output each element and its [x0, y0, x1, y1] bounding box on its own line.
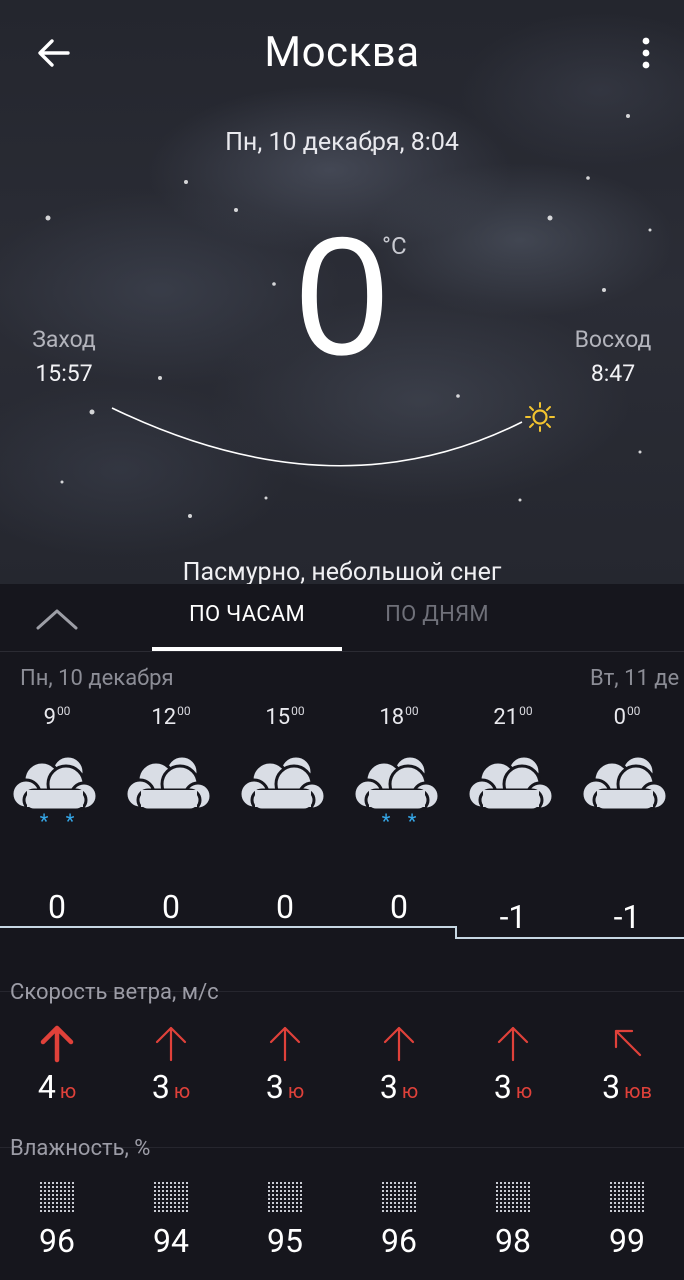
wind-value: 3ю — [151, 1068, 191, 1106]
wind-section-title: Скорость ветра, м/с — [10, 980, 219, 1005]
svg-text:*: * — [66, 809, 75, 832]
hour-label: 1800 — [379, 704, 419, 730]
more-options-button[interactable] — [634, 34, 658, 74]
humidity-dots-icon — [40, 1182, 74, 1214]
humidity-dots-icon — [382, 1182, 416, 1214]
humidity-dots-icon — [610, 1182, 644, 1214]
svg-text:*: * — [408, 809, 417, 832]
wind-arrow-up-left-icon — [614, 1029, 642, 1057]
hour-label: 900 — [43, 704, 71, 730]
sunrise-label: Восход — [574, 326, 652, 353]
wind-value: 3ю — [493, 1068, 533, 1106]
humidity-value: 98 — [495, 1222, 531, 1260]
more-vert-icon — [642, 37, 650, 69]
hours-row: 900 1200 1500 1800 2100 000 — [0, 704, 684, 734]
hour-label: 2100 — [493, 704, 533, 730]
humidity-value: 94 — [153, 1222, 189, 1260]
cloud-icon — [238, 754, 327, 812]
wind-arrow-up-icon — [383, 1026, 415, 1062]
cloud-icon — [580, 754, 669, 812]
active-tab-indicator — [152, 647, 342, 651]
wind-arrow-up-icon — [269, 1026, 301, 1062]
sunrise-time: 8:47 — [590, 360, 636, 387]
city-title: Москва — [264, 28, 420, 77]
svg-text:*: * — [40, 809, 49, 832]
day-label-tomorrow: Вт, 11 де — [590, 666, 680, 691]
humidity-value: 99 — [609, 1222, 645, 1260]
day-label-today: Пн, 10 декабря — [20, 666, 174, 691]
sunset-time: 15:57 — [35, 360, 93, 387]
cloud-snow-icon: * * — [10, 754, 99, 832]
current-temperature: 0 — [295, 202, 389, 390]
forecast-tabs: ПО ЧАСАМ ПО ДНЯМ — [0, 584, 684, 652]
humidity-value: 95 — [267, 1222, 303, 1260]
humidity-section-title: Влажность, % — [10, 1136, 151, 1161]
wind-value: 4ю — [37, 1068, 77, 1106]
chevron-up-icon — [36, 609, 78, 630]
cloud-snow-icon: * * — [352, 754, 441, 832]
wind-value: 3 юв — [602, 1068, 652, 1106]
tab-hours[interactable]: ПО ЧАСАМ — [152, 602, 342, 627]
sun-icon — [525, 402, 555, 432]
current-datetime: Пн, 10 декабря, 8:04 — [225, 128, 459, 157]
weather-condition: Пасмурно, небольшой снег — [182, 558, 502, 584]
collapse-button[interactable] — [34, 604, 80, 634]
cloud-icon — [466, 754, 555, 812]
humidity-value: 96 — [381, 1222, 417, 1260]
sun-path-arc — [111, 407, 523, 467]
svg-text:*: * — [382, 809, 391, 832]
humidity-dots-icon — [496, 1182, 530, 1214]
humidity-dots-icon — [154, 1182, 188, 1214]
wind-arrow-up-icon — [40, 1025, 74, 1063]
tab-days[interactable]: ПО ДНЯМ — [342, 602, 532, 627]
wind-value: 3ю — [265, 1068, 305, 1106]
cloud-icon — [124, 754, 213, 812]
temperature-step-line — [0, 926, 684, 939]
humidity-value: 96 — [39, 1222, 75, 1260]
wind-arrow-up-icon — [155, 1026, 187, 1062]
hour-label: 000 — [613, 704, 641, 730]
humidity-dots-icon — [268, 1182, 302, 1214]
hour-label: 1200 — [151, 704, 191, 730]
hour-label: 1500 — [265, 704, 305, 730]
wind-arrow-up-icon — [497, 1026, 529, 1062]
weather-hero: Москва Пн, 10 декабря, 8:04 0 °C Заход 1… — [0, 0, 684, 584]
sunset-label: Заход — [32, 326, 96, 353]
temperature-unit: °C — [382, 232, 407, 260]
wind-value: 3ю — [379, 1068, 419, 1106]
